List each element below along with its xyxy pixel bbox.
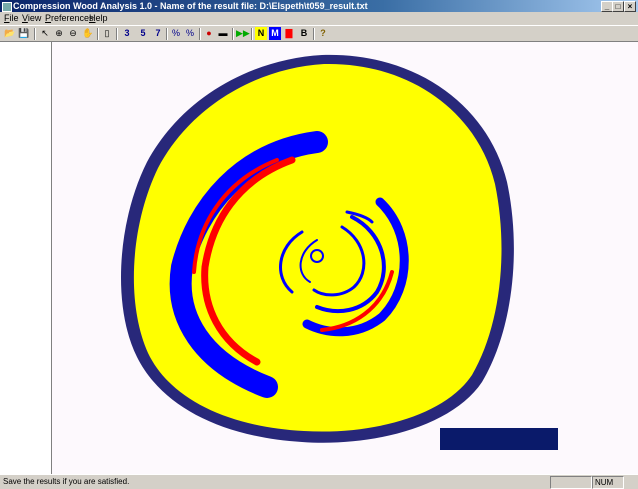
status-num: NUM <box>592 476 624 489</box>
toolbar-separator <box>116 28 118 40</box>
app-icon <box>2 2 12 12</box>
percent-alt-icon[interactable]: % <box>184 27 196 40</box>
mark-m-button[interactable]: M <box>269 27 281 40</box>
menu-help[interactable]: Help <box>89 13 108 24</box>
play-icon[interactable]: ▶▶ <box>236 27 250 40</box>
menu-file[interactable]: File <box>4 13 19 24</box>
filter-5-button[interactable]: 5 <box>137 27 149 40</box>
zoom-out-icon[interactable]: ⊖ <box>67 27 79 40</box>
toolbar-separator <box>166 28 168 40</box>
maximize-button[interactable]: □ <box>612 1 624 12</box>
status-bar: Save the results if you are satisfied. N… <box>0 474 638 489</box>
toolbar-separator <box>232 28 234 40</box>
toolbar-separator <box>313 28 315 40</box>
filter-3-button[interactable]: 3 <box>121 27 133 40</box>
save-icon[interactable]: 💾 <box>18 27 30 40</box>
title-bar: Compression Wood Analysis 1.0 - Name of … <box>0 0 638 12</box>
zoom-in-icon[interactable]: ⊕ <box>53 27 65 40</box>
close-button[interactable]: × <box>624 1 636 12</box>
toolbar-separator <box>97 28 99 40</box>
wood-image-canvas[interactable] <box>52 42 638 474</box>
film-icon[interactable]: ▬ <box>217 27 229 40</box>
toolbar-separator <box>199 28 201 40</box>
left-pane <box>0 42 52 474</box>
status-message: Save the results if you are satisfied. <box>3 477 130 486</box>
toolbar: 📂 💾 ↖ ⊕ ⊖ ✋ ▯ 3 5 7 % % ● ▬ ▶▶ N M ▇ B ? <box>0 25 638 42</box>
mark-r-button[interactable]: ▇ <box>283 27 295 40</box>
open-icon[interactable]: 📂 <box>4 27 16 40</box>
toolbar-separator <box>34 28 36 40</box>
menu-view[interactable]: View <box>22 13 41 24</box>
menu-preferences[interactable]: Preferences <box>45 13 94 24</box>
document-icon[interactable]: ▯ <box>101 27 113 40</box>
pointer-icon[interactable]: ↖ <box>39 27 51 40</box>
percent-icon[interactable]: % <box>170 27 182 40</box>
help-icon[interactable]: ? <box>317 27 329 40</box>
scale-bar <box>440 428 558 450</box>
toolbar-separator <box>251 28 253 40</box>
mark-b-button[interactable]: B <box>298 27 310 40</box>
color-wheel-icon[interactable]: ● <box>203 27 215 40</box>
menu-bar: File View Preferences Help <box>0 12 638 25</box>
window-title: Compression Wood Analysis 1.0 - Name of … <box>13 1 368 11</box>
status-panel-empty <box>550 476 592 489</box>
mark-n-button[interactable]: N <box>255 27 267 40</box>
filter-7-button[interactable]: 7 <box>152 27 164 40</box>
hand-icon[interactable]: ✋ <box>82 27 94 40</box>
